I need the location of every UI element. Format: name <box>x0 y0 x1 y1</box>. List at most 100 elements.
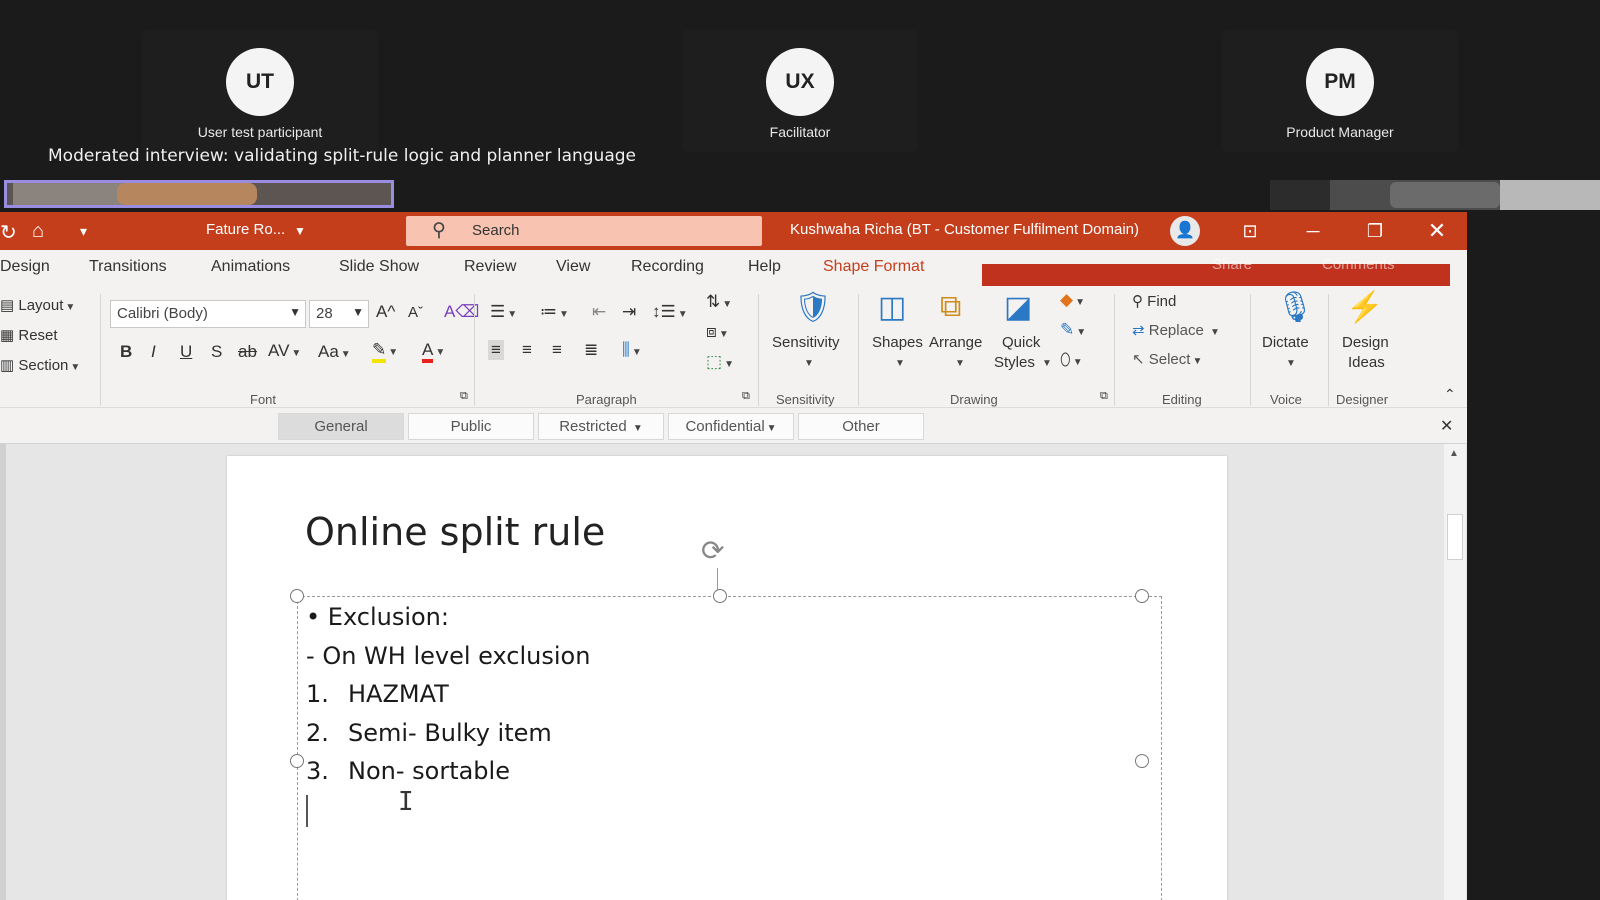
rotate-handle-icon[interactable]: ⟳ <box>701 534 724 567</box>
quick-styles-button[interactable]: Quick <box>1002 334 1040 351</box>
align-right-icon[interactable]: ≡ <box>552 340 562 360</box>
scrollbar-thumb[interactable] <box>1447 514 1463 560</box>
tab-transitions[interactable]: Transitions <box>89 258 167 276</box>
tab-slide-show[interactable]: Slide Show <box>339 258 419 276</box>
ribbon-display-icon[interactable]: ⊡ <box>1227 212 1273 250</box>
content-textbox[interactable]: • Exclusion: - On WH level exclusion 1. H… <box>290 589 1162 900</box>
resize-handle[interactable] <box>290 754 304 768</box>
design-ideas-icon[interactable]: ⚡ <box>1346 290 1383 325</box>
shape-outline-icon[interactable]: ✎ ▼ <box>1060 320 1086 340</box>
sensitivity-icon[interactable]: 🛡 <box>794 290 832 325</box>
slide[interactable]: Online split rule ⟳ • Exclusion: - On WH… <box>227 456 1227 900</box>
columns-icon[interactable]: ⫼ ▼ <box>622 340 642 360</box>
shape-fill-icon[interactable]: ◆ ▼ <box>1060 290 1085 310</box>
reset-button[interactable]: ▦ Reset <box>0 326 58 344</box>
align-text-icon[interactable]: ⧈ ▼ <box>706 322 729 342</box>
shapes-icon[interactable]: ◫ <box>878 290 906 325</box>
file-name[interactable]: Fature Ro... <box>206 221 285 238</box>
chevron-down-icon[interactable]: ▼ <box>895 358 905 369</box>
arrange-icon[interactable]: ⧉ <box>940 290 961 324</box>
chevron-down-icon[interactable]: ▼ <box>294 224 306 238</box>
arrange-button[interactable]: Arrange <box>929 334 982 351</box>
tab-help[interactable]: Help <box>748 258 781 276</box>
quick-styles-icon[interactable]: ◪ <box>1004 290 1032 325</box>
increase-indent-icon[interactable]: ⇥ <box>622 302 636 322</box>
participant-tile[interactable]: UX Facilitator <box>682 30 918 152</box>
design-ideas-button[interactable]: Design <box>1342 334 1389 351</box>
numbering-icon[interactable]: ≔ ▼ <box>540 302 569 322</box>
microphone-icon[interactable]: 🎙 <box>1276 290 1314 325</box>
align-left-icon[interactable]: ≡ <box>488 340 504 360</box>
dictate-button[interactable]: Dictate <box>1262 334 1309 351</box>
chevron-down-icon[interactable]: ▼ <box>1286 358 1296 369</box>
italic-button[interactable]: I <box>151 342 156 362</box>
resize-handle[interactable] <box>1135 589 1149 603</box>
comments-button[interactable]: Comments <box>1322 256 1395 273</box>
find-button[interactable]: ⚲ Find <box>1132 292 1176 310</box>
character-spacing-button[interactable]: AV ▼ <box>268 341 301 361</box>
dialog-launcher-icon[interactable]: ⧉ <box>460 390 468 403</box>
grow-font-icon[interactable]: A^ <box>376 302 395 322</box>
label-other[interactable]: Other <box>798 413 924 440</box>
font-name-select[interactable]: Calibri (Body) ▼ <box>110 300 306 328</box>
account-name[interactable]: Kushwaha Richa (BT - Customer Fulfilment… <box>790 221 1139 238</box>
label-general[interactable]: General <box>278 413 404 440</box>
slide-title[interactable]: Online split rule <box>305 510 605 554</box>
justify-icon[interactable]: ≣ <box>584 340 598 360</box>
resize-handle[interactable] <box>713 589 727 603</box>
section-button[interactable]: ▥ Section ▼ <box>0 356 80 374</box>
bold-button[interactable]: B <box>120 342 132 362</box>
chevron-down-icon[interactable]: ▼ <box>955 358 965 369</box>
undo-icon[interactable]: ↻ <box>0 220 17 245</box>
tab-recording[interactable]: Recording <box>631 258 704 276</box>
font-size-select[interactable]: 28 ▼ <box>309 300 369 328</box>
tab-animations[interactable]: Animations <box>211 258 290 276</box>
layout-button[interactable]: ▤ Layout ▼ <box>0 296 75 314</box>
sensitivity-button[interactable]: Sensitivity <box>772 334 840 351</box>
thumbnail-pane-edge[interactable] <box>0 444 6 900</box>
participant-tile[interactable]: PM Product Manager <box>1222 30 1458 152</box>
scroll-up-icon[interactable]: ▲ <box>1449 448 1459 459</box>
tab-view[interactable]: View <box>556 258 590 276</box>
video-thumbnail[interactable] <box>1270 180 1600 210</box>
close-icon[interactable]: ✕ <box>1440 416 1453 436</box>
resize-handle[interactable] <box>1135 754 1149 768</box>
label-restricted[interactable]: Restricted ▼ <box>538 413 664 440</box>
align-center-icon[interactable]: ≡ <box>522 340 532 360</box>
line-spacing-icon[interactable]: ↕☰ ▼ <box>652 302 688 322</box>
label-confidential[interactable]: Confidential ▼ <box>668 413 794 440</box>
chevron-down-icon[interactable]: ▼ <box>1042 358 1052 369</box>
present-icon[interactable]: ⌂ <box>32 220 44 243</box>
shrink-font-icon[interactable]: Aˇ <box>408 304 423 321</box>
participant-tile[interactable]: UT User test participant <box>142 30 378 152</box>
dialog-launcher-icon[interactable]: ⧉ <box>1100 390 1108 403</box>
shadow-button[interactable]: S <box>211 342 222 362</box>
user-icon[interactable]: 👤 <box>1170 216 1200 246</box>
tab-shape-format[interactable]: Shape Format <box>823 258 924 276</box>
replace-button[interactable]: ⇄ Replace ▼ <box>1132 321 1220 339</box>
close-button[interactable]: ✕ <box>1414 212 1460 250</box>
dialog-launcher-icon[interactable]: ⧉ <box>742 390 750 403</box>
highlight-icon[interactable]: ✎ ▼ <box>372 340 398 363</box>
resize-handle[interactable] <box>290 589 304 603</box>
label-public[interactable]: Public <box>408 413 534 440</box>
video-thumbnail-active-speaker[interactable] <box>4 180 394 208</box>
smartart-icon[interactable]: ⬚ ▼ <box>706 352 734 372</box>
shapes-button[interactable]: Shapes <box>872 334 923 351</box>
vertical-scrollbar[interactable]: ▲ <box>1444 444 1466 900</box>
bullets-icon[interactable]: ☰ ▼ <box>490 302 517 322</box>
minimize-button[interactable]: ─ <box>1290 212 1336 250</box>
underline-button[interactable]: U <box>180 342 192 362</box>
chevron-down-icon[interactable]: ▼ <box>804 358 814 369</box>
decrease-indent-icon[interactable]: ⇤ <box>592 302 606 322</box>
collapse-ribbon-icon[interactable]: ⌃ <box>1444 386 1456 403</box>
select-button[interactable]: ↖ Select ▼ <box>1132 350 1202 368</box>
text-direction-icon[interactable]: ⇅ ▼ <box>706 292 732 312</box>
tab-review[interactable]: Review <box>464 258 516 276</box>
customize-toolbar-icon[interactable]: ▾ <box>80 223 87 240</box>
change-case-button[interactable]: Aa ▼ <box>318 342 351 362</box>
search-box[interactable]: ⚲ Search <box>406 216 762 246</box>
shape-effects-icon[interactable]: ⬯ ▼ <box>1060 350 1083 370</box>
strikethrough-button[interactable]: ab <box>238 342 257 362</box>
tab-design[interactable]: Design <box>0 258 50 276</box>
